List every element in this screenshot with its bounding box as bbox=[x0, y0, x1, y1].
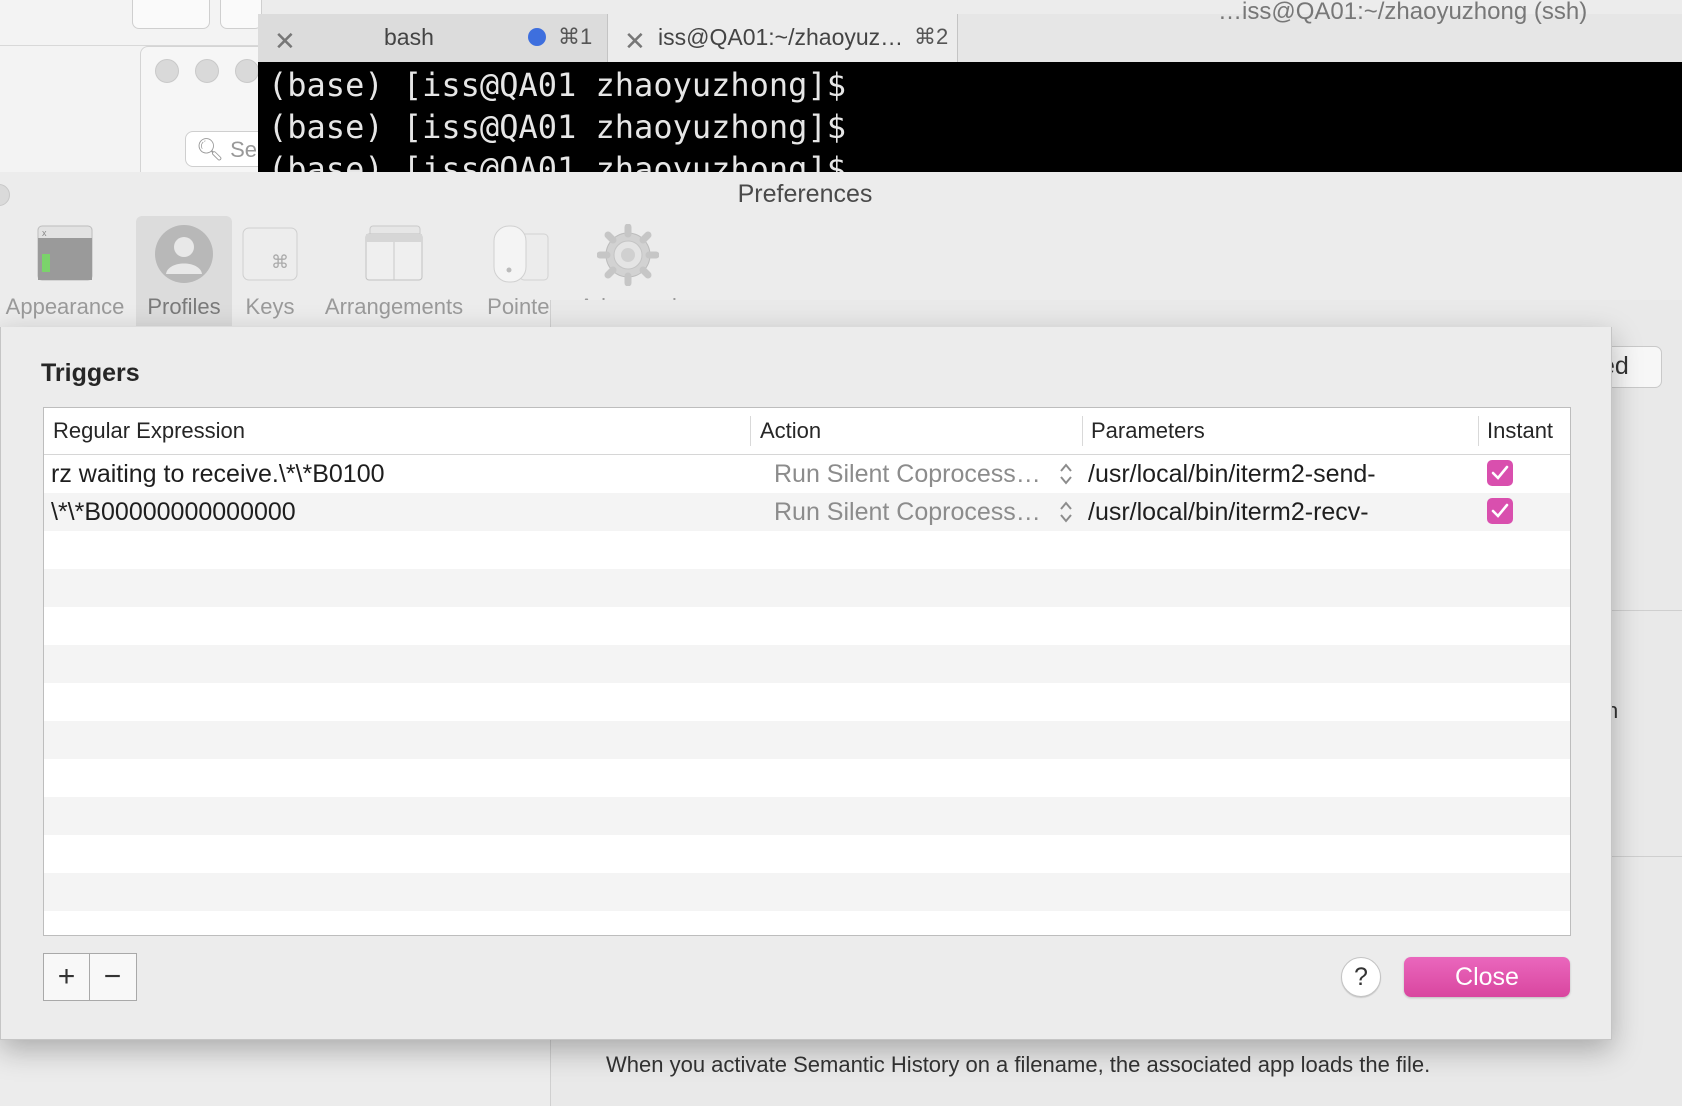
table-body: rz waiting to receive.\*\*B0100 Run Sile… bbox=[44, 455, 1570, 935]
tab-label: bash bbox=[384, 24, 434, 50]
empty-row bbox=[44, 683, 1570, 721]
column-divider[interactable] bbox=[1082, 416, 1083, 446]
svg-text:x: x bbox=[42, 228, 47, 238]
triggers-sheet: Triggers Regular Expression Action Param… bbox=[0, 327, 1612, 1040]
toolbar-keys[interactable]: ⌘ Keys bbox=[238, 216, 302, 326]
terminal-tab-ssh[interactable]: ✕ iss@QA01:~/zhaoyuz… ⌘2 bbox=[608, 14, 958, 62]
plus-icon: + bbox=[57, 960, 76, 993]
terminal-line: (base) [iss@QA01 zhaoyuzhong]$ bbox=[268, 66, 846, 104]
empty-row bbox=[44, 645, 1570, 683]
empty-row bbox=[44, 531, 1570, 569]
parameters-cell[interactable]: /usr/local/bin/iterm2-send- bbox=[1088, 460, 1376, 489]
column-header-action[interactable]: Action bbox=[760, 418, 821, 444]
column-header-regex[interactable]: Regular Expression bbox=[53, 418, 245, 444]
semantic-history-description: When you activate Semantic History on a … bbox=[606, 1052, 1431, 1077]
table-row[interactable]: \*\*B00000000000000 Run Silent Coprocess… bbox=[44, 493, 1570, 531]
instant-checkbox[interactable] bbox=[1487, 460, 1513, 486]
table-row[interactable]: rz waiting to receive.\*\*B0100 Run Sile… bbox=[44, 455, 1570, 493]
terminal-tab-bar: …iss@QA01:~/zhaoyuzhong (ssh) ✕ bash ⌘1 … bbox=[258, 0, 1682, 63]
background-window: 🔍︎ Se bbox=[0, 0, 305, 178]
appearance-icon: x bbox=[36, 224, 94, 287]
sheet-title: Triggers bbox=[41, 359, 140, 387]
toolbar-label: Profiles bbox=[147, 294, 221, 319]
empty-row bbox=[44, 721, 1570, 759]
terminal-output[interactable]: (base) [iss@QA01 zhaoyuzhong]$ (base) [i… bbox=[258, 62, 1682, 174]
empty-row bbox=[44, 873, 1570, 911]
chevron-updown-icon[interactable] bbox=[1058, 499, 1074, 525]
toolbar-label: Arrangements bbox=[324, 294, 464, 319]
svg-text:⌘: ⌘ bbox=[271, 252, 289, 273]
activity-indicator-icon bbox=[528, 28, 546, 46]
column-divider[interactable] bbox=[1478, 416, 1479, 446]
window-close-dot[interactable] bbox=[155, 59, 179, 83]
close-icon[interactable]: ✕ bbox=[274, 26, 296, 57]
empty-row bbox=[44, 607, 1570, 645]
terminal-line: (base) [iss@QA01 zhaoyuzhong]$ bbox=[268, 108, 846, 146]
instant-checkbox[interactable] bbox=[1487, 498, 1513, 524]
sidebar-toggle-button[interactable] bbox=[132, 0, 210, 29]
terminal-line: (base) [iss@QA01 zhaoyuzhong]$ bbox=[268, 150, 846, 174]
window-minimize-dot[interactable] bbox=[195, 59, 219, 83]
column-header-instant[interactable]: Instant bbox=[1487, 418, 1553, 444]
divider bbox=[1606, 610, 1682, 611]
tab-shortcut: ⌘1 bbox=[558, 24, 593, 49]
tab-label: iss@QA01:~/zhaoyuz… bbox=[658, 24, 904, 50]
empty-row bbox=[44, 759, 1570, 797]
help-button[interactable]: ? bbox=[1341, 957, 1381, 997]
terminal-window-title: …iss@QA01:~/zhaoyuzhong (ssh) bbox=[1218, 0, 1588, 25]
triggers-table[interactable]: Regular Expression Action Parameters Ins… bbox=[43, 407, 1571, 936]
action-popup[interactable]: Run Silent Coprocess… bbox=[774, 460, 1041, 489]
search-placeholder: Se bbox=[230, 137, 257, 162]
finder-window: 🔍︎ Se bbox=[140, 46, 305, 178]
parameters-cell[interactable]: /usr/local/bin/iterm2-recv- bbox=[1088, 498, 1369, 527]
arrangements-icon bbox=[364, 224, 424, 287]
toolbar-profiles[interactable]: Profiles bbox=[136, 216, 232, 326]
tab-shortcut: ⌘2 bbox=[914, 24, 949, 49]
toolbar-label: Appearance bbox=[5, 294, 125, 319]
add-remove-control: + − bbox=[43, 953, 137, 1001]
empty-row bbox=[44, 911, 1570, 935]
profiles-icon bbox=[154, 224, 214, 289]
column-header-parameters[interactable]: Parameters bbox=[1091, 418, 1205, 444]
help-icon: ? bbox=[1354, 963, 1368, 991]
remove-trigger-button[interactable]: − bbox=[90, 954, 135, 1000]
window-zoom-dot[interactable] bbox=[235, 59, 259, 83]
empty-row bbox=[44, 835, 1570, 873]
action-popup[interactable]: Run Silent Coprocess… bbox=[774, 498, 1041, 527]
close-icon[interactable]: ✕ bbox=[624, 26, 646, 57]
preferences-title: Preferences bbox=[737, 180, 873, 208]
divider bbox=[1606, 856, 1682, 857]
empty-row bbox=[44, 569, 1570, 607]
checkmark-icon bbox=[1491, 465, 1509, 480]
keys-icon: ⌘ bbox=[241, 224, 299, 287]
gear-icon bbox=[596, 223, 660, 291]
toolbar-button[interactable] bbox=[220, 0, 262, 29]
checkmark-icon bbox=[1491, 503, 1509, 518]
regex-cell[interactable]: \*\*B00000000000000 bbox=[51, 498, 296, 527]
table-header: Regular Expression Action Parameters Ins… bbox=[44, 408, 1570, 455]
add-trigger-button[interactable]: + bbox=[44, 954, 89, 1000]
empty-row bbox=[44, 797, 1570, 835]
toolbar-label: Keys bbox=[245, 294, 295, 319]
column-divider[interactable] bbox=[750, 416, 751, 446]
close-button[interactable]: Close bbox=[1404, 957, 1570, 997]
search-icon: 🔍︎ bbox=[196, 137, 224, 162]
chevron-updown-icon[interactable] bbox=[1058, 461, 1074, 487]
toolbar-appearance[interactable]: x Appearance bbox=[0, 216, 130, 326]
terminal-tab-bash[interactable]: ✕ bash ⌘1 bbox=[258, 14, 608, 62]
minus-icon: − bbox=[103, 960, 122, 993]
regex-cell[interactable]: rz waiting to receive.\*\*B0100 bbox=[51, 460, 385, 489]
toolbar-arrangements[interactable]: Arrangements bbox=[316, 216, 472, 326]
pointer-icon bbox=[492, 224, 552, 289]
